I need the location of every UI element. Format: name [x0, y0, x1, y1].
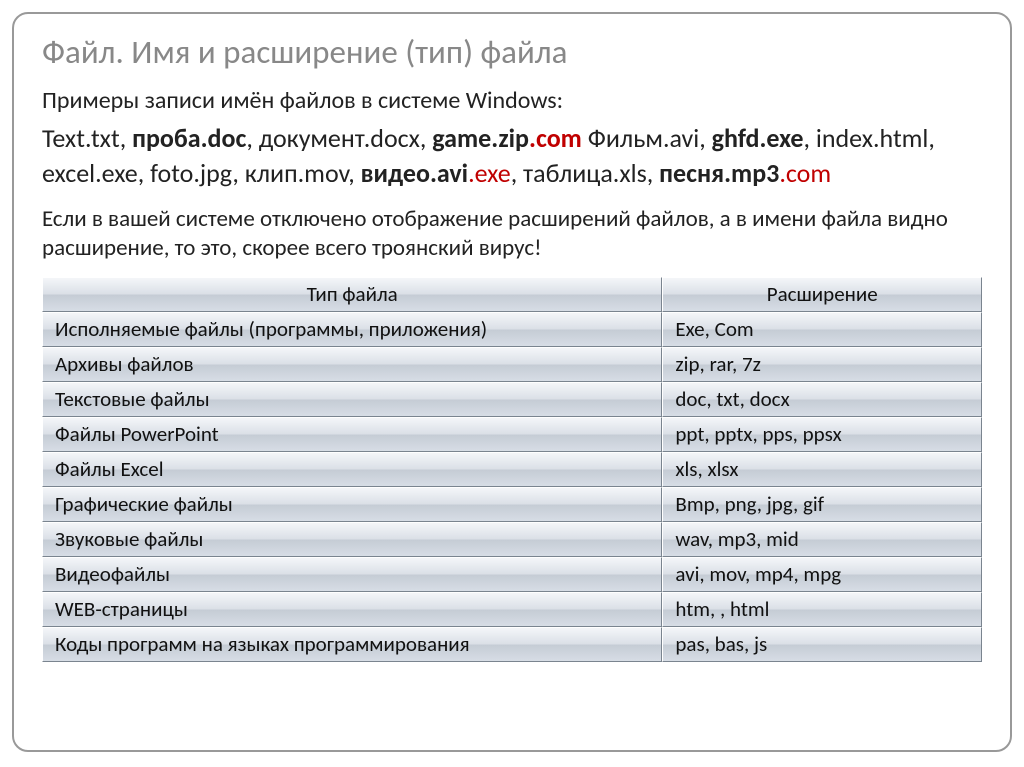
cell-filetype: Исполняемые файлы (программы, приложения…: [42, 312, 662, 347]
warning-text: Если в вашей системе отключено отображен…: [42, 205, 982, 263]
example-segment: ghfd.exe: [712, 122, 804, 154]
cell-filetype: Коды программ на языках программирования: [42, 627, 662, 662]
example-segment: песня.mp3: [659, 157, 779, 189]
table-row: WEB-страницыhtm, , html: [42, 592, 982, 627]
table-row: Файлы PowerPointppt, pptx, pps, ppsx: [42, 417, 982, 452]
cell-filetype: WEB-страницы: [42, 592, 662, 627]
table-row: Архивы файловzip, rar, 7z: [42, 347, 982, 382]
example-segment: Text.txt,: [42, 122, 132, 154]
table-header-type: Тип файла: [42, 277, 662, 312]
cell-extension: avi, mov, mp4, mpg: [662, 557, 982, 592]
cell-extension: Exe, Com: [662, 312, 982, 347]
cell-filetype: Видеофайлы: [42, 557, 662, 592]
table-header-ext: Расширение: [662, 277, 982, 312]
cell-extension: ppt, pptx, pps, ppsx: [662, 417, 982, 452]
cell-filetype: Графические файлы: [42, 487, 662, 522]
example-segment: game.zip: [432, 122, 529, 154]
cell-extension: htm, , html: [662, 592, 982, 627]
cell-filetype: Файлы PowerPoint: [42, 417, 662, 452]
cell-extension: doc, txt, docx: [662, 382, 982, 417]
example-segment: , документ.docx,: [246, 122, 432, 154]
example-segment: .exe: [468, 157, 511, 189]
intro-text: Примеры записи имён файлов в системе Win…: [42, 86, 982, 115]
example-segment: Фильм.avi,: [582, 122, 712, 154]
cell-extension: xls, xlsx: [662, 452, 982, 487]
cell-filetype: Файлы Excel: [42, 452, 662, 487]
table-row: Файлы Excelxls, xlsx: [42, 452, 982, 487]
cell-filetype: Звуковые файлы: [42, 522, 662, 557]
slide-title: Файл. Имя и расширение (тип) файла: [42, 32, 982, 72]
table-row: Звуковые файлыwav, mp3, mid: [42, 522, 982, 557]
table-row: Видеофайлыavi, mov, mp4, mpg: [42, 557, 982, 592]
cell-filetype: Текстовые файлы: [42, 382, 662, 417]
table-row: Текстовые файлыdoc, txt, docx: [42, 382, 982, 417]
table-row: Исполняемые файлы (программы, приложения…: [42, 312, 982, 347]
table-row: Графические файлыBmp, png, jpg, gif: [42, 487, 982, 522]
table-row: Коды программ на языках программирования…: [42, 627, 982, 662]
filename-examples: Text.txt, проба.doc, документ.docx, game…: [42, 121, 982, 191]
cell-extension: wav, mp3, mid: [662, 522, 982, 557]
extensions-table: Тип файла Расширение Исполняемые файлы (…: [42, 277, 982, 662]
cell-extension: pas, bas, js: [662, 627, 982, 662]
example-segment: , таблица.xls,: [511, 157, 659, 189]
cell-extension: Bmp, png, jpg, gif: [662, 487, 982, 522]
example-segment: .com: [779, 157, 831, 189]
slide-container: Файл. Имя и расширение (тип) файла Приме…: [12, 12, 1012, 752]
example-segment: видео.avi: [361, 157, 468, 189]
example-segment: .com: [529, 122, 582, 154]
cell-filetype: Архивы файлов: [42, 347, 662, 382]
example-segment: проба.doc: [132, 122, 246, 154]
cell-extension: zip, rar, 7z: [662, 347, 982, 382]
